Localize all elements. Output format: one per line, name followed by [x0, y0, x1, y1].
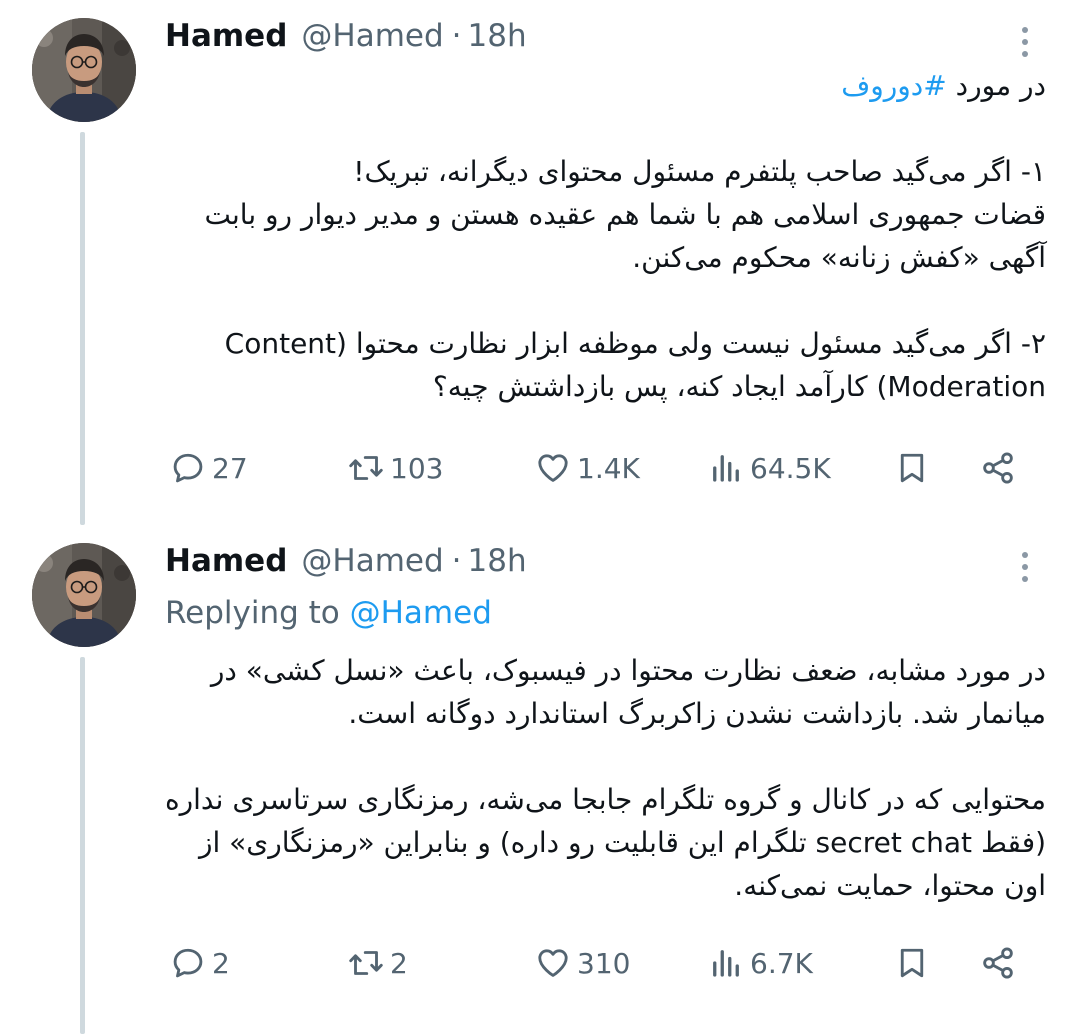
heart-icon [535, 945, 571, 981]
author-handle[interactable]: @Hamed [301, 543, 443, 579]
bookmark-icon [894, 945, 930, 981]
bookmark-button[interactable] [894, 939, 930, 987]
thread-line [80, 657, 85, 1034]
text-line: محتوایی که در کانال و گروه تلگرام جابجا … [164, 783, 1046, 816]
timestamp[interactable]: 18h [468, 543, 527, 579]
share-button[interactable] [980, 444, 1016, 492]
more-icon[interactable] [1010, 547, 1040, 587]
avatar[interactable] [32, 18, 136, 122]
separator-dot: · [451, 543, 462, 579]
text-line: میانمار شد. بازداشت نشدن زاکربرگ استاندا… [348, 697, 1046, 730]
retweet-button[interactable]: 2 [348, 939, 408, 987]
separator-dot: · [451, 18, 462, 54]
author-name[interactable]: Hamed [165, 543, 287, 579]
tweet-header: Hamed @Hamed · 18h [165, 541, 527, 581]
heart-icon [535, 450, 571, 486]
reply-button[interactable]: 2 [170, 939, 230, 987]
reply-icon [170, 945, 206, 981]
text-line: ۱- اگر می‌گید صاحب پلتفرم مسئول محتوای د… [353, 155, 1046, 188]
more-icon[interactable] [1010, 22, 1040, 62]
tweet-header: Hamed @Hamed · 18h [165, 16, 527, 56]
text-line: قضات جمهوری اسلامی هم با شما هم عقیده هس… [204, 198, 1047, 231]
views-icon [708, 945, 744, 981]
author-name[interactable]: Hamed [165, 18, 287, 54]
bookmark-button[interactable] [894, 444, 930, 492]
share-icon [980, 450, 1016, 486]
like-count: 1.4K [577, 451, 640, 485]
like-button[interactable]: 1.4K [535, 444, 640, 492]
tweet-text: در مورد #دوروف ۱- اگر می‌گید صاحب پلتفرم… [205, 64, 1047, 408]
replying-label: Replying to [165, 595, 350, 631]
mention-link[interactable]: @Hamed [350, 595, 492, 631]
text-line: (فقط secret chat تلگرام این قابلیت رو دا… [198, 826, 1046, 859]
reply-button[interactable]: 27 [170, 444, 248, 492]
views-count: 64.5K [750, 451, 831, 485]
like-button[interactable]: 310 [535, 939, 630, 987]
text-line: اون محتوا، حمایت نمی‌کنه. [734, 869, 1046, 902]
reply-count: 2 [212, 946, 230, 980]
hashtag-link[interactable]: #دوروف [841, 69, 947, 102]
reply-icon [170, 450, 206, 486]
views-button[interactable]: 6.7K [708, 939, 813, 987]
timestamp[interactable]: 18h [468, 18, 527, 54]
views-icon [708, 450, 744, 486]
retweet-button[interactable]: 103 [348, 444, 443, 492]
views-count: 6.7K [750, 946, 813, 980]
share-button[interactable] [980, 939, 1016, 987]
action-bar: 27 103 1.4K 64.5K [170, 444, 1030, 492]
text-line: در مورد مشابه، ضعف نظارت محتوا در فیسبوک… [210, 654, 1046, 687]
bookmark-icon [894, 450, 930, 486]
text-line: Moderation) کارآمد ایجاد کنه، پس بازداشت… [432, 370, 1046, 403]
text-line: آگهی «کفش زنانه» محکوم می‌کنن. [632, 241, 1046, 274]
share-icon [980, 945, 1016, 981]
views-button[interactable]: 64.5K [708, 444, 831, 492]
author-handle[interactable]: @Hamed [301, 18, 443, 54]
retweet-count: 103 [390, 451, 444, 485]
thread-line [80, 132, 85, 525]
avatar[interactable] [32, 543, 136, 647]
like-count: 310 [577, 946, 631, 980]
text-line: ۲- اگر می‌گید مسئول نیست ولی موظفه ابزار… [224, 327, 1046, 360]
retweet-icon [348, 450, 384, 486]
tweet[interactable]: Hamed @Hamed · 18h Replying to @Hamed در… [0, 525, 1080, 1034]
text-line: در مورد #دوروف [205, 64, 1046, 107]
retweet-count: 2 [390, 946, 408, 980]
retweet-icon [348, 945, 384, 981]
hashtag-prefix: در مورد [946, 69, 1046, 102]
action-bar: 2 2 310 6.7K [170, 939, 1030, 987]
tweet-text: در مورد مشابه، ضعف نظارت محتوا در فیسبوک… [165, 649, 1046, 907]
replying-to: Replying to @Hamed [165, 595, 492, 631]
reply-count: 27 [212, 451, 248, 485]
tweet[interactable]: Hamed @Hamed · 18h در مورد #دوروف ۱- اگر… [0, 0, 1080, 525]
